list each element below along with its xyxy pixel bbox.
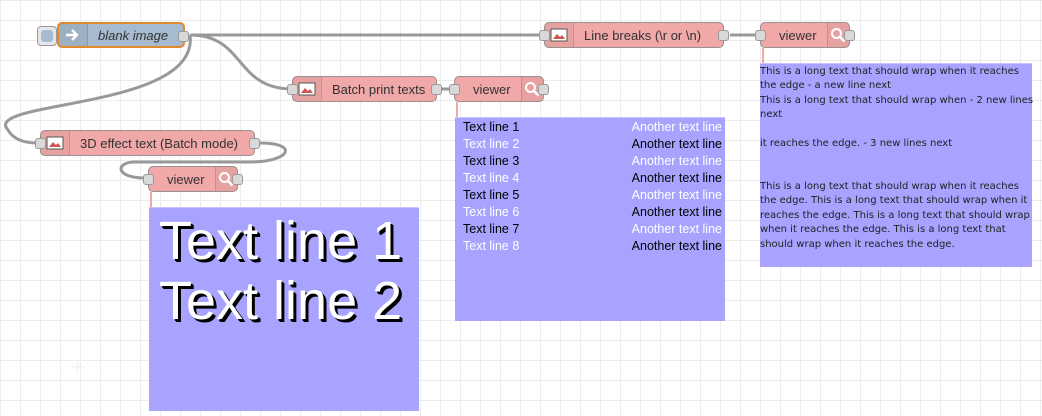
output-text-line: Text line 7 (463, 222, 520, 236)
output-port[interactable] (844, 30, 855, 41)
output-text-line: Text line 6 (463, 205, 520, 219)
output-text-line: Another text line (631, 205, 722, 219)
viewer-output-wrap: This is a long text that should wrap whe… (760, 63, 1034, 267)
viewer-output-3d: Text line 1 Text line 2 (149, 207, 419, 411)
crosshair-icon: + (70, 352, 86, 382)
output-text-line: Another text line (631, 239, 722, 253)
output-text-line: Another text line (631, 171, 722, 185)
viewer-label: viewer (167, 171, 205, 187)
output-text-block: This is a long text that should wrap whe… (760, 66, 1019, 92)
output-text-line: Another text line (631, 154, 722, 168)
inject-node-blank-image[interactable]: blank image (37, 22, 189, 48)
wire-inject-to-3d[interactable] (4, 34, 192, 145)
output-text-block: This is a long text that should wrap whe… (760, 181, 1030, 250)
inject-node-label: blank image (98, 27, 169, 43)
viewer-stem (762, 48, 764, 64)
output-port[interactable] (718, 30, 729, 41)
output-port[interactable] (538, 84, 549, 95)
viewer-label: viewer (779, 27, 817, 43)
output-text-line: Another text line (631, 188, 722, 202)
input-port[interactable] (143, 174, 154, 185)
viewer-stem (150, 192, 152, 208)
node-batch-print-texts[interactable]: Batch print texts (287, 76, 442, 102)
output-text-block: This is a long text that should wrap whe… (760, 95, 1034, 121)
arrow-right-icon (59, 24, 88, 46)
output-text-line: Text line 3 (463, 154, 520, 168)
viewer-node-1[interactable]: viewer (755, 22, 855, 48)
input-port[interactable] (755, 30, 766, 41)
node-label: 3D effect text (Batch mode) (80, 135, 238, 151)
node-line-breaks[interactable]: Line breaks (\r or \n) (539, 22, 729, 48)
output-text-line: Text line 2 (159, 271, 403, 331)
viewer-output-batch: Text line 1 Text line 2 Text line 3 Text… (455, 117, 725, 321)
node-label: Batch print texts (332, 81, 426, 97)
output-text-block: it reaches the edge. - 3 new lines next (760, 138, 953, 149)
wire-inject-to-batch[interactable] (189, 33, 293, 91)
output-port[interactable] (249, 138, 260, 149)
viewer-node-2[interactable]: viewer (449, 76, 549, 102)
input-port[interactable] (449, 84, 460, 95)
output-port[interactable] (178, 31, 189, 42)
output-text-line: Text line 4 (463, 171, 520, 185)
output-port[interactable] (232, 174, 243, 185)
output-text-line: Text line 5 (463, 188, 520, 202)
output-text-line: Text line 1 (159, 211, 403, 271)
output-text-line: Text line 1 (463, 120, 520, 134)
viewer-stem (456, 102, 458, 118)
output-text-line: Text line 2 (463, 137, 520, 151)
output-text-line: Another text line (631, 222, 722, 236)
output-text-line: Another text line (631, 120, 722, 134)
output-text-line: Another text line (631, 137, 722, 151)
output-text-line: Text line 8 (463, 239, 520, 253)
input-port[interactable] (287, 84, 298, 95)
node-label: Line breaks (\r or \n) (584, 27, 702, 43)
viewer-node-3[interactable]: viewer (143, 166, 243, 192)
node-3d-effect-text[interactable]: 3D effect text (Batch mode) (35, 130, 260, 156)
inject-trigger-button[interactable] (37, 26, 57, 46)
viewer-label: viewer (473, 81, 511, 97)
input-port[interactable] (539, 30, 550, 41)
input-port[interactable] (35, 138, 46, 149)
output-port[interactable] (431, 84, 442, 95)
